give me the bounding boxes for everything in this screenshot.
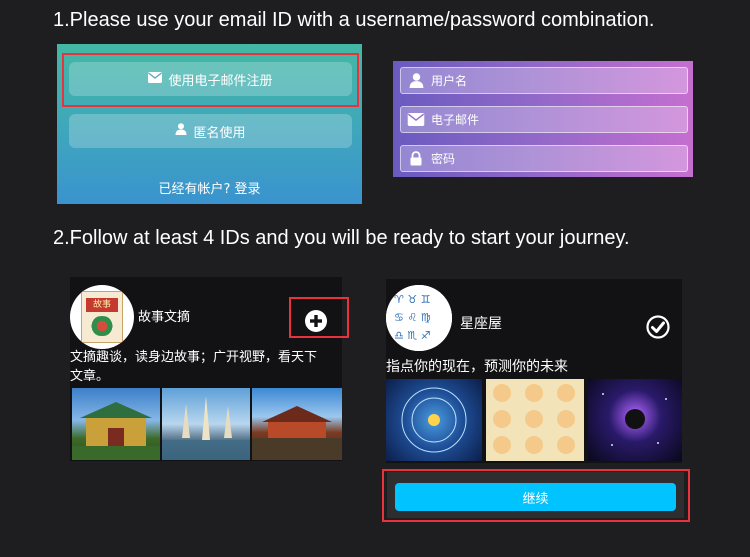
register-highlight-box [62,53,359,107]
zodiac-name: 星座屋 [460,316,502,332]
follow-card-zodiac: ♈ ♉ ♊ ♋ ♌ ♍ ♎ ♏ ♐ 星座屋 指点你的现在，预测你的未来 [386,279,682,463]
stories-description-line1: 文摘趣谈，读身边故事；广开视野，看天下 [70,350,318,365]
svg-text:♈ ♉ ♊: ♈ ♉ ♊ [394,293,431,306]
stories-avatar: 故事 [70,285,134,349]
login-link[interactable]: 已经有帐户? 登录 [57,178,362,197]
stories-photo-2 [162,388,250,460]
user-icon [401,73,431,88]
email-field[interactable]: 电子邮件 [400,106,688,133]
svg-text:♎ ♏ ♐: ♎ ♏ ♐ [394,329,431,342]
username-field[interactable]: 用户名 [400,67,688,94]
lock-icon [401,151,431,166]
stories-photo-3 [252,388,342,460]
continue-highlight-box [382,469,690,522]
registration-form-panel: 用户名 电子邮件 密码 [393,61,693,177]
stories-name: 故事文摘 [138,310,191,325]
zodiac-photo-2 [486,379,584,461]
user-icon [175,123,187,139]
followed-check-icon[interactable] [646,315,670,339]
stories-photo-1 [72,388,160,460]
stories-description: 文摘趣谈，读身边故事；广开视野，看天下 文章。 [70,348,342,386]
follow-highlight-box [289,297,349,338]
envelope-icon [401,113,431,126]
anonymous-use-button[interactable]: 匿名使用 [69,114,352,148]
password-field[interactable]: 密码 [400,145,688,172]
step2-instruction: 2.Follow at least 4 IDs and you will be … [53,227,630,249]
stories-avatar-text: 故事 [86,298,118,312]
anonymous-use-label: 匿名使用 [193,125,246,141]
svg-text:♋ ♌ ♍: ♋ ♌ ♍ [394,311,431,324]
username-placeholder: 用户名 [431,74,468,88]
password-placeholder: 密码 [431,152,456,166]
zodiac-avatar: ♈ ♉ ♊ ♋ ♌ ♍ ♎ ♏ ♐ [386,285,452,351]
email-placeholder: 电子邮件 [431,113,480,127]
zodiac-description: 指点你的现在，预测你的未来 [386,359,568,375]
stories-description-line2: 文章。 [70,369,110,384]
step1-instruction: 1.Please use your email ID with a userna… [53,9,655,31]
zodiac-photo-3 [588,379,682,461]
zodiac-photo-1 [386,379,482,461]
